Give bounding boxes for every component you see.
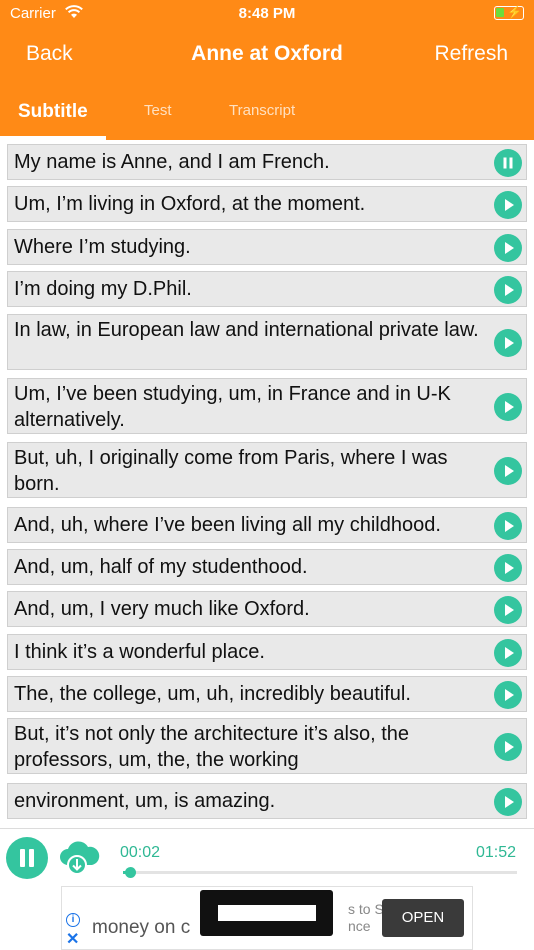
tab-bar: Subtitle Test Transcript [0, 84, 534, 140]
subtitle-text: The, the college, um, uh, incredibly bea… [14, 683, 411, 705]
download-button[interactable] [56, 835, 102, 886]
ad-headline: money on c [92, 917, 191, 938]
play-button[interactable] [494, 788, 522, 816]
play-button[interactable] [494, 554, 522, 582]
subtitle-text: environment, um, is amazing. [14, 790, 276, 812]
subtitle-text: Where I’m studying. [14, 236, 191, 258]
play-button[interactable] [494, 276, 522, 304]
nav-bar: Back Anne at Oxford Refresh [0, 30, 534, 80]
battery-charging-icon: ⚡ [494, 5, 524, 20]
play-button[interactable] [494, 733, 522, 761]
subtitle-text: I’m doing my D.Phil. [14, 278, 192, 300]
play-icon [505, 337, 514, 349]
total-time: 01:52 [475, 844, 516, 861]
cloud-download-icon [60, 841, 100, 875]
subtitle-text: Um, I’m living in Oxford, at the moment. [14, 193, 366, 215]
info-icon[interactable]: i [66, 913, 80, 927]
play-button[interactable] [494, 234, 522, 262]
subtitle-row[interactable]: I think it’s a wonderful place. [7, 634, 527, 670]
tab-subtitle[interactable]: Subtitle [18, 101, 88, 123]
subtitle-row[interactable]: The, the college, um, uh, incredibly bea… [7, 676, 527, 712]
subtitle-text: Um, I’ve been studying, um, in France an… [14, 383, 451, 431]
subtitle-row[interactable]: Where I’m studying. [7, 229, 527, 265]
play-button[interactable] [494, 596, 522, 624]
subtitle-text: In law, in European law and internationa… [14, 319, 479, 341]
current-time: 00:02 [120, 844, 161, 861]
play-icon [505, 465, 514, 477]
subtitle-text: And, um, I very much like Oxford. [14, 598, 310, 620]
play-button[interactable] [494, 681, 522, 709]
play-button[interactable] [494, 329, 522, 357]
play-icon [505, 284, 514, 296]
pause-icon [20, 849, 34, 867]
tab-test[interactable]: Test [144, 102, 172, 119]
subtitle-row[interactable]: Um, I’ve been studying, um, in France an… [7, 378, 527, 434]
play-icon [505, 604, 514, 616]
play-button[interactable] [494, 457, 522, 485]
subtitle-row[interactable]: But, uh, I originally come from Paris, w… [7, 442, 527, 498]
subtitle-text: But, it’s not only the architecture it’s… [14, 723, 410, 771]
subtitle-row[interactable]: And, um, I very much like Oxford. [7, 591, 527, 627]
play-icon [505, 401, 514, 413]
ad-open-button[interactable]: OPEN [382, 899, 464, 937]
subtitle-row[interactable]: And, um, half of my studenthood. [7, 549, 527, 585]
tab-transcript[interactable]: Transcript [229, 102, 295, 119]
close-icon[interactable]: ✕ [66, 929, 79, 949]
play-icon [505, 242, 514, 254]
subtitle-text: But, uh, I originally come from Paris, w… [14, 447, 448, 495]
subtitle-row[interactable]: But, it’s not only the architecture it’s… [7, 718, 527, 774]
subtitle-row[interactable]: I’m doing my D.Phil. [7, 271, 527, 307]
subtitle-text: My name is Anne, and I am French. [14, 151, 330, 173]
subtitle-row[interactable]: And, uh, where I’ve been living all my c… [7, 507, 527, 543]
play-icon [505, 199, 514, 211]
play-icon [505, 796, 514, 808]
pause-button[interactable] [6, 837, 48, 879]
app-header: Carrier 8:48 PM ⚡ Back Anne at Oxford Re… [0, 0, 534, 140]
clock: 8:48 PM [238, 5, 296, 22]
play-icon [505, 647, 514, 659]
play-icon [505, 520, 514, 532]
play-icon [505, 741, 514, 753]
play-button[interactable] [494, 191, 522, 219]
play-button[interactable] [494, 512, 522, 540]
subtitle-row[interactable]: environment, um, is amazing. [7, 783, 527, 819]
play-icon [505, 689, 514, 701]
subtitle-row[interactable]: In law, in European law and internationa… [7, 314, 527, 370]
play-button[interactable] [494, 639, 522, 667]
pause-icon [503, 157, 513, 169]
status-bar: Carrier 8:48 PM ⚡ [0, 0, 534, 28]
back-button[interactable]: Back [26, 42, 73, 66]
progress-knob[interactable] [125, 867, 137, 878]
subtitle-row[interactable]: My name is Anne, and I am French. [7, 144, 527, 180]
progress-track[interactable] [123, 867, 517, 878]
play-icon [505, 562, 514, 574]
subtitle-text: And, um, half of my studenthood. [14, 556, 308, 578]
subtitle-row[interactable]: Um, I’m living in Oxford, at the moment. [7, 186, 527, 222]
pause-button[interactable] [494, 149, 522, 177]
redaction-overlay [200, 890, 333, 936]
audio-player: 00:02 01:52 [0, 828, 534, 886]
active-tab-indicator [0, 136, 106, 140]
play-button[interactable] [494, 393, 522, 421]
refresh-button[interactable]: Refresh [434, 42, 508, 66]
subtitle-text: I think it’s a wonderful place. [14, 641, 265, 663]
subtitle-text: And, uh, where I’ve been living all my c… [14, 514, 441, 536]
